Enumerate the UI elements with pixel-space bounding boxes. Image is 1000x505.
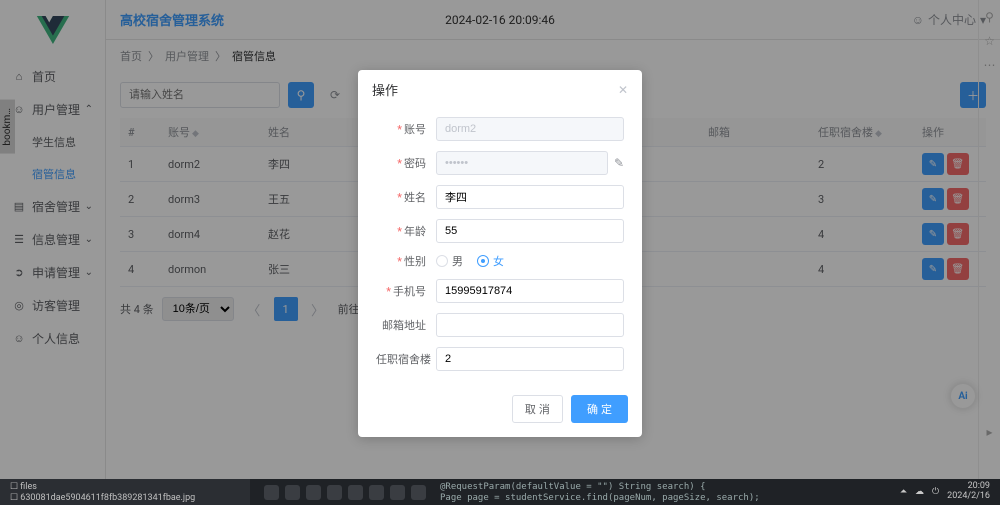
confirm-button[interactable]: 确 定 [571, 395, 628, 423]
tb-icon[interactable] [285, 485, 300, 500]
input-dorm[interactable] [436, 347, 624, 371]
tb-icon[interactable] [369, 485, 384, 500]
tb-icon[interactable] [390, 485, 405, 500]
radio-female[interactable]: 女 [477, 253, 504, 269]
modal-title: 操作 [372, 80, 398, 99]
edit-modal: 操作 ✕ 账号 密码✎ 姓名 年龄 性别 男 女 手机号 邮箱地址 任职宿舍楼 … [358, 70, 642, 437]
lbl-dorm: 任职宿舍楼 [376, 351, 426, 367]
taskbar-left: ☐ files ☐ 630081dae5904611f8fb389281341f… [0, 479, 250, 505]
radio-sex: 男 女 [436, 253, 504, 269]
lbl-phone: 手机号 [376, 283, 426, 299]
tb-icons [264, 479, 426, 505]
close-icon[interactable]: ✕ [618, 83, 628, 97]
input-phone[interactable] [436, 279, 624, 303]
tray-icon[interactable]: ⏶ [900, 487, 907, 497]
tb-icon[interactable] [264, 485, 279, 500]
tb-files-tab[interactable]: ☐ files [10, 482, 250, 492]
input-email[interactable] [436, 313, 624, 337]
lbl-name: 姓名 [376, 189, 426, 205]
cancel-button[interactable]: 取 消 [512, 395, 563, 423]
lbl-email: 邮箱地址 [376, 317, 426, 333]
tb-icon[interactable] [306, 485, 321, 500]
input-acct [436, 117, 624, 141]
tb-right: ⏶ ☁ ⏻ 20:09 2024/2/16 [900, 482, 1000, 502]
lbl-acct: 账号 [376, 121, 426, 137]
tb-clock[interactable]: 20:09 2024/2/16 [947, 482, 990, 502]
tb-icon[interactable] [327, 485, 342, 500]
radio-male[interactable]: 男 [436, 253, 463, 269]
lbl-pwd: 密码 [376, 155, 426, 171]
tb-file1[interactable]: ☐ 630081dae5904611f8fb389281341fbae.jpg [10, 493, 250, 503]
taskbar: ☐ files ☐ 630081dae5904611f8fb389281341f… [0, 479, 1000, 505]
tb-code: @RequestParam(defaultValue = "") String … [440, 482, 760, 503]
tb-icon[interactable] [348, 485, 363, 500]
code-line1: @RequestParam(defaultValue = "") String … [440, 482, 706, 492]
edit-pwd-icon[interactable]: ✎ [614, 156, 624, 170]
code-line2: Page page = studentService.find(pageNum,… [440, 493, 760, 503]
tb-icon[interactable] [411, 485, 426, 500]
tray-icon[interactable]: ⏻ [932, 487, 939, 497]
lbl-sex: 性别 [376, 253, 426, 269]
input-name[interactable] [436, 185, 624, 209]
input-pwd [436, 151, 608, 175]
lbl-age: 年龄 [376, 223, 426, 239]
input-age[interactable] [436, 219, 624, 243]
tray-icon[interactable]: ☁ [915, 487, 924, 497]
